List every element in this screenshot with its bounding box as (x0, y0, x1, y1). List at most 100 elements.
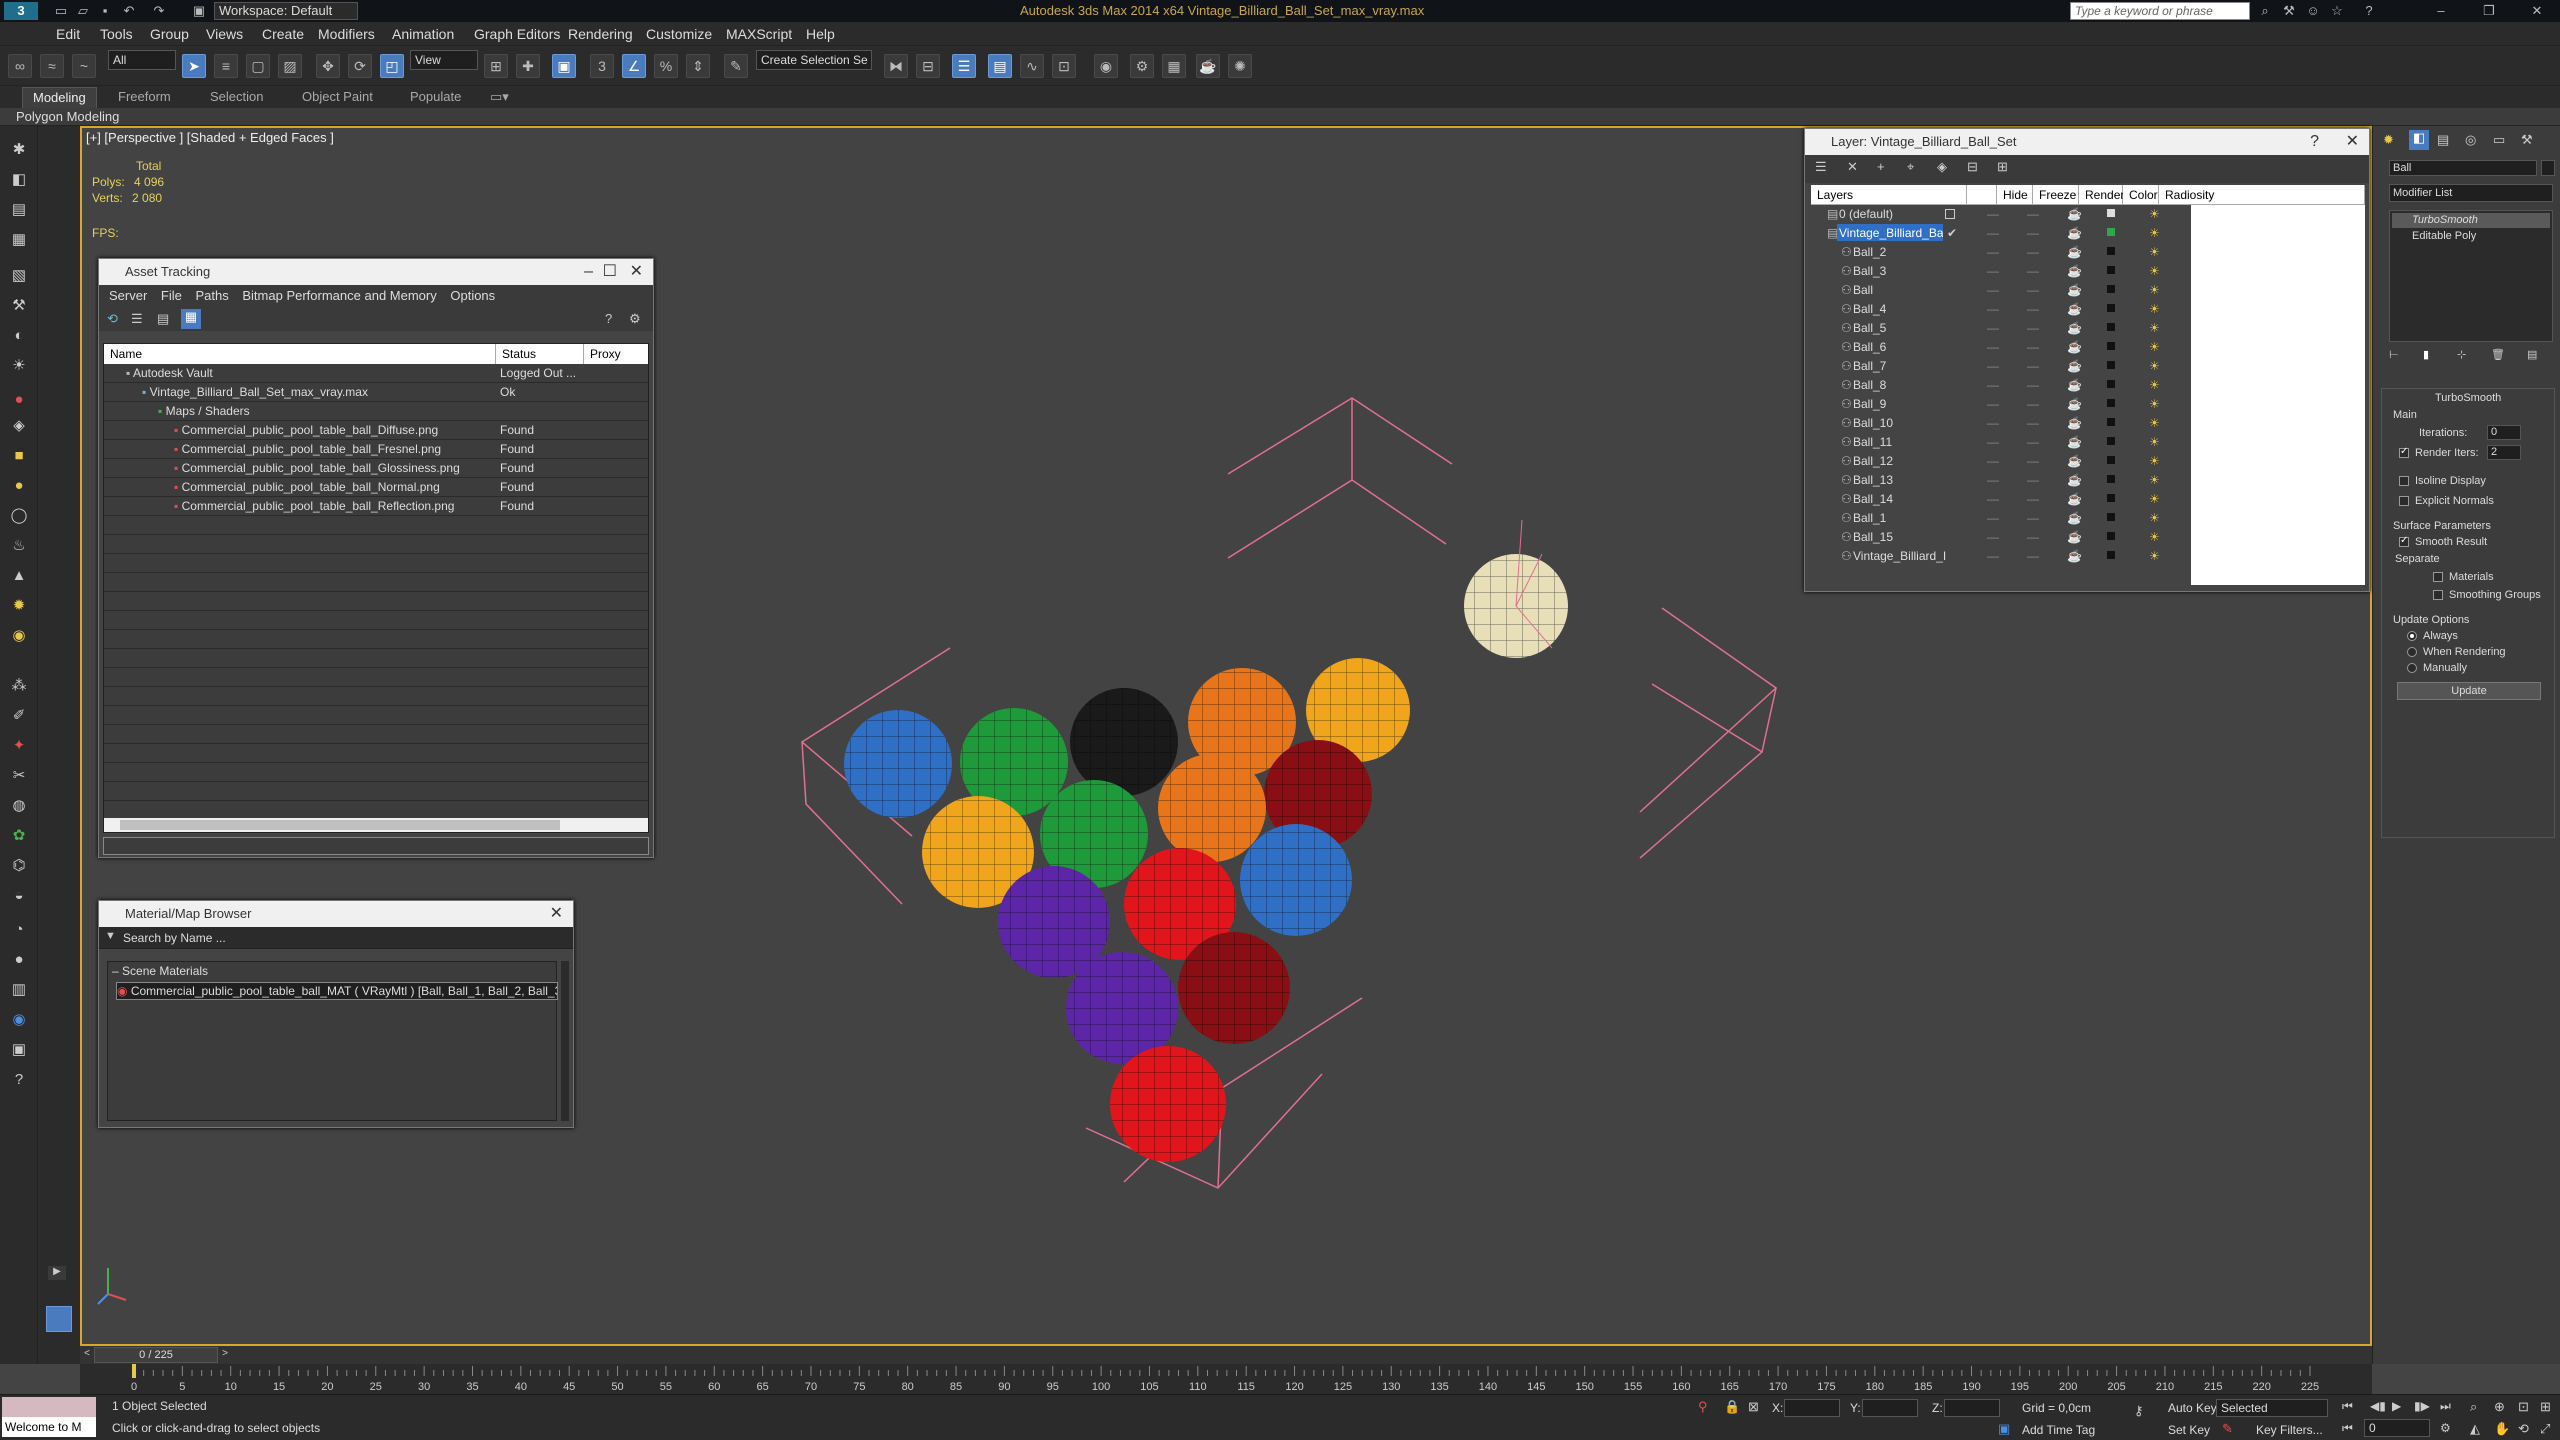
layer-row[interactable]: ⚇ Ball_15 — — ☕ ☀ (1811, 528, 2191, 547)
hide-toggle[interactable]: — (1987, 300, 1999, 319)
freeze-toggle[interactable]: — (2027, 490, 2039, 509)
material-editor-icon[interactable]: ◉ (1094, 54, 1118, 78)
render-iters-checkbox[interactable] (2399, 446, 2409, 458)
material-browser-title-bar[interactable]: Material/Map Browser ✕ (99, 901, 573, 927)
freeze-toggle[interactable]: — (2027, 547, 2039, 566)
color-swatch[interactable] (2107, 494, 2115, 502)
maximize-viewport-icon[interactable]: ⤢ (2540, 1421, 2550, 1437)
menu-create[interactable]: Create (262, 26, 304, 42)
col-status[interactable]: Status (496, 344, 584, 364)
brush-icon[interactable]: ✐ (7, 704, 31, 728)
freeze-toggle[interactable]: — (2027, 319, 2039, 338)
layer-row[interactable]: ⚇ Ball_12 — — ☕ ☀ (1811, 452, 2191, 471)
col-render[interactable]: Render (2079, 185, 2124, 205)
rendered-frame-icon[interactable]: ▦ (1162, 54, 1186, 78)
time-config-icon[interactable]: ⚙ (2440, 1421, 2451, 1435)
rect-region-icon[interactable]: ▢ (246, 54, 270, 78)
table-row[interactable]: ▪ Commercial_public_pool_table_ball_Norm… (174, 478, 440, 497)
box-mode-icon[interactable]: ▣ (7, 1038, 31, 1062)
tab-selection[interactable]: Selection (210, 89, 263, 104)
layer-row[interactable]: ⚇ Ball_7 — — ☕ ☀ (1811, 357, 2191, 376)
stack-icon[interactable]: ▥ (7, 978, 31, 1002)
radiosity-icon[interactable]: ☀ (2149, 319, 2160, 338)
user-icon[interactable]: ☺ (2304, 2, 2322, 20)
ribbon-toggle-icon[interactable]: ▤ (988, 54, 1012, 78)
radiosity-icon[interactable]: ☀ (2149, 471, 2160, 490)
motion-tab-icon[interactable]: ◎ (2465, 132, 2476, 148)
material-item[interactable]: ◉ Commercial_public_pool_table_ball_MAT … (116, 982, 558, 1000)
edit-named-sets-icon[interactable]: ✎ (724, 54, 748, 78)
go-to-start-icon[interactable]: ⏮ (2342, 1399, 2353, 1414)
col-hide-label[interactable]: Hide (1997, 185, 2033, 205)
shape-icon[interactable]: ◒ (7, 884, 31, 908)
layer-row[interactable]: ⚇ Ball_13 — — ☕ ☀ (1811, 471, 2191, 490)
tab-object-paint[interactable]: Object Paint (302, 89, 373, 104)
radiosity-icon[interactable]: ☀ (2149, 243, 2160, 262)
asset-tracking-title-bar[interactable]: Asset Tracking – ☐ ✕ (99, 259, 653, 285)
bind-space-warp-icon[interactable]: ~ (72, 54, 96, 78)
asset-path-field[interactable] (103, 837, 649, 855)
search-input[interactable]: Type a keyword or phrase (2070, 2, 2250, 20)
menu-modifiers[interactable]: Modifiers (318, 26, 375, 42)
window-crossing-icon[interactable]: ▨ (278, 54, 302, 78)
rollout-title[interactable]: TurboSmooth (2435, 392, 2501, 404)
add-time-tag[interactable]: Add Time Tag (2022, 1423, 2095, 1437)
render-iters-spinner[interactable]: 2 (2487, 445, 2521, 460)
viewport-label[interactable]: [+] [Perspective ] [Shaded + Edged Faces… (86, 130, 334, 145)
curve-editor-icon[interactable]: ∿ (1020, 54, 1044, 78)
tab-modeling[interactable]: Modeling (22, 87, 97, 108)
play-icon[interactable]: ▶ (2392, 1399, 2401, 1413)
layer-row-selected[interactable]: ▤ Vintage_Billiard_Ball ✔ — — ☕ ☀ (1811, 224, 2191, 243)
table-row[interactable]: ▪ Commercial_public_pool_table_ball_Glos… (174, 459, 460, 478)
radiosity-icon[interactable]: ☀ (2149, 262, 2160, 281)
refresh-icon[interactable]: ⟲ (107, 311, 118, 327)
render-toggle-icon[interactable]: ☕ (2067, 414, 2082, 433)
sun-icon[interactable]: ✹ (7, 594, 31, 618)
orbit-icon[interactable]: ⟲ (2518, 1421, 2529, 1437)
tab-populate[interactable]: Populate (410, 89, 461, 104)
radiosity-icon[interactable]: ☀ (2149, 300, 2160, 319)
radiosity-icon[interactable]: ☀ (2149, 281, 2160, 300)
color-swatch[interactable] (2107, 304, 2115, 312)
zoom-extents-all-icon[interactable]: ⊞ (2540, 1399, 2551, 1415)
add-icon[interactable]: + (1877, 159, 1885, 174)
hide-toggle[interactable]: — (1987, 395, 1999, 414)
viewport-layout-icon[interactable] (46, 1306, 72, 1332)
color-swatch[interactable] (2107, 361, 2115, 369)
hide-all-icon[interactable]: ⊟ (1967, 159, 1978, 175)
hide-toggle[interactable]: — (1987, 262, 1999, 281)
maxscript-mini-listener[interactable]: Welcome to M (2, 1417, 96, 1437)
particles-icon[interactable]: ⁂ (7, 674, 31, 698)
project-icon[interactable]: ▣ (190, 2, 208, 20)
radiosity-icon[interactable]: ☀ (2149, 357, 2160, 376)
help-icon[interactable]: ? (2310, 129, 2319, 155)
material-search-input[interactable]: Search by Name ... (123, 931, 226, 945)
color-swatch[interactable] (2107, 456, 2115, 464)
prev-frame-icon[interactable]: < (80, 1348, 94, 1362)
col-layers[interactable]: Layers (1811, 185, 1967, 205)
iterations-spinner[interactable]: 0 (2487, 425, 2521, 440)
render-toggle-icon[interactable]: ☕ (2067, 471, 2082, 490)
star-icon[interactable]: ☆ (2328, 2, 2346, 20)
set-key-icon[interactable]: ✎ (2222, 1421, 2233, 1437)
sphere-icon[interactable]: ● (7, 474, 31, 498)
paint-icon[interactable]: ✦ (7, 734, 31, 758)
hide-toggle[interactable]: — (1987, 243, 1999, 262)
menu-tools[interactable]: Tools (100, 26, 133, 42)
dropdown-arrow-icon[interactable]: ▼ (105, 930, 116, 942)
layer-row[interactable]: ⚇ Ball — — ☕ ☀ (1811, 281, 2191, 300)
layer-row[interactable]: ⚇ Ball_2 — — ☕ ☀ (1811, 243, 2191, 262)
undo-icon[interactable]: ↶ (120, 2, 138, 20)
vertical-scrollbar[interactable] (561, 961, 569, 1121)
object-name-field[interactable]: Ball (2389, 160, 2537, 176)
align-icon[interactable]: ⊟ (916, 54, 940, 78)
render-icon[interactable]: ☕ (1196, 54, 1220, 78)
layers-icon[interactable]: ☰ (1815, 159, 1827, 175)
smoothing-groups-checkbox[interactable] (2433, 590, 2443, 600)
key-filters-button[interactable]: Key Filters... (2256, 1423, 2323, 1437)
color-swatch[interactable] (2107, 513, 2115, 521)
render-toggle-icon[interactable]: ☕ (2067, 357, 2082, 376)
col-freeze[interactable]: Freeze (2033, 185, 2079, 205)
freeze-toggle[interactable]: — (2027, 433, 2039, 452)
table-row[interactable]: ▪ Commercial_public_pool_table_ball_Refl… (174, 497, 454, 516)
